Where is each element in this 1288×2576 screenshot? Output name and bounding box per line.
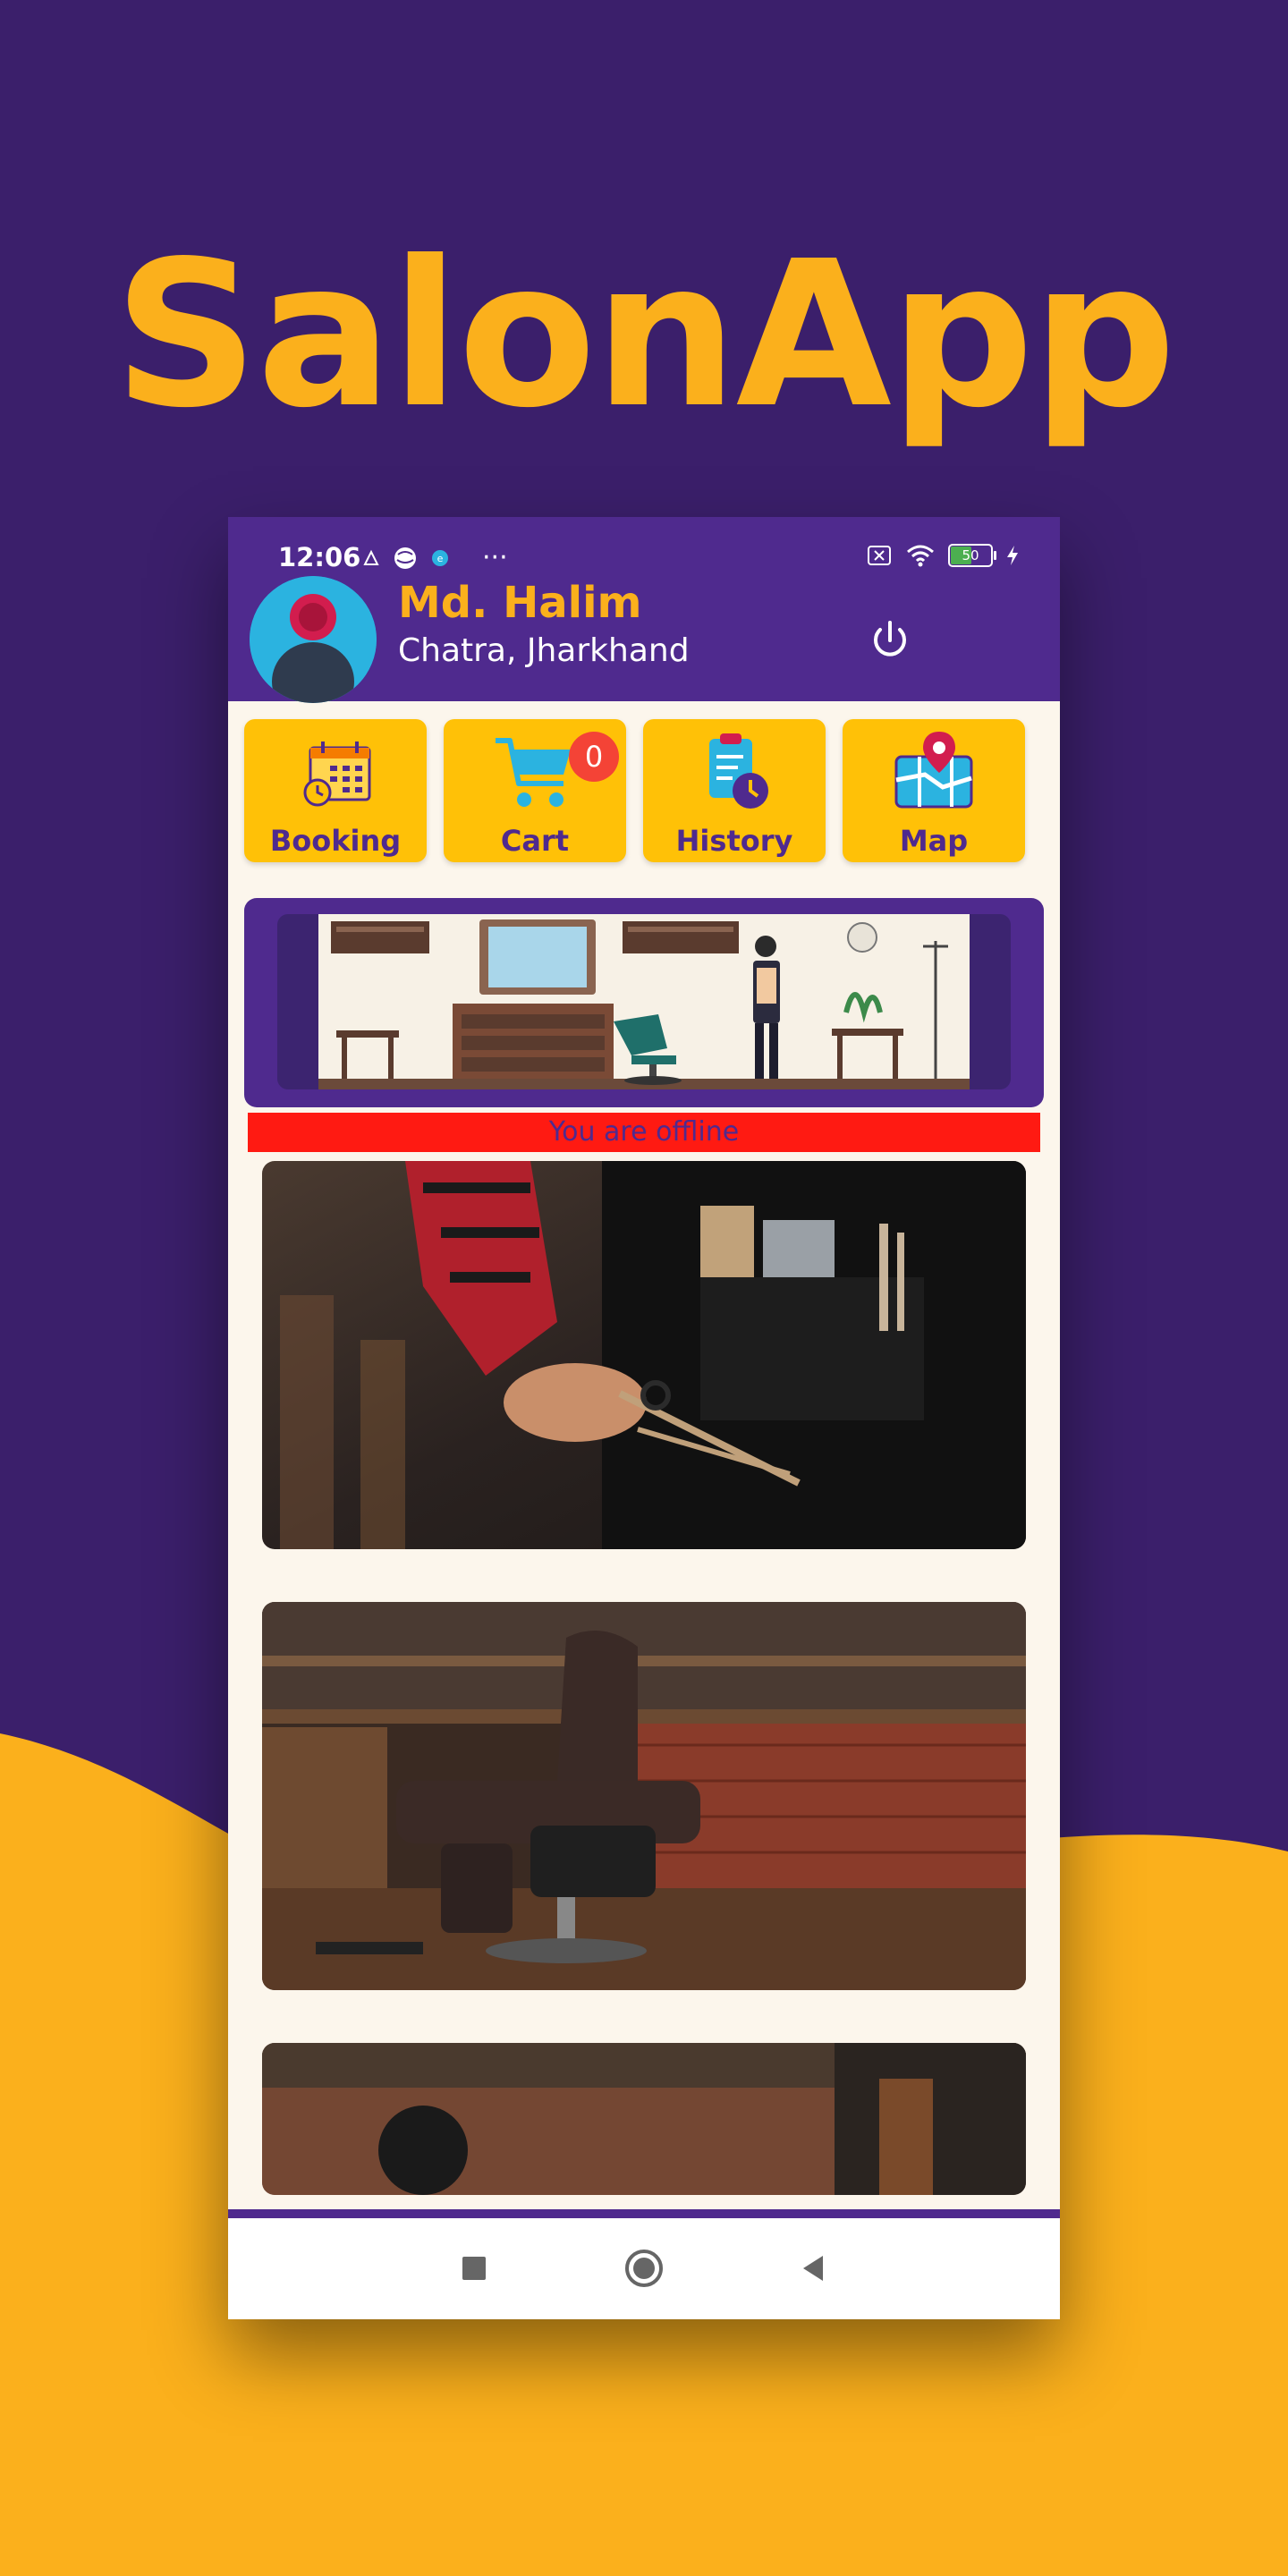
battery-level: 50 xyxy=(962,547,979,564)
offline-status-bar: You are offline xyxy=(248,1113,1040,1152)
no-sim-icon xyxy=(868,546,891,565)
user-name: Md. Halim xyxy=(398,578,642,628)
status-bar: 12:06 e ··· 50 xyxy=(228,535,1060,580)
nav-divider xyxy=(228,2209,1060,2218)
square-icon[interactable] xyxy=(451,2245,497,2292)
more-notifications-icon: ··· xyxy=(482,542,508,573)
notification-app-icon xyxy=(363,549,379,565)
triangle-back-icon[interactable] xyxy=(791,2245,837,2292)
cart-count-badge: 0 xyxy=(569,732,619,782)
user-icon xyxy=(250,576,377,703)
cart-button[interactable]: 0 Cart xyxy=(444,719,626,862)
promo-title: SalonApp xyxy=(113,218,1176,453)
barbershop-illustration xyxy=(318,914,970,1089)
shopping-cart-icon xyxy=(496,738,571,807)
globe-icon xyxy=(394,547,416,569)
map-label: Map xyxy=(899,824,969,858)
clipboard-clock-icon xyxy=(709,733,768,809)
barber-chair-photo xyxy=(262,1602,1026,1990)
phone-screen: 12:06 e ··· 50 Md. Halim Chatra, Jharkha… xyxy=(228,517,1060,2319)
map-pin-icon xyxy=(894,732,973,809)
battery-icon: 50 xyxy=(948,544,996,567)
booking-label: Booking xyxy=(269,824,402,858)
barber-portrait-photo xyxy=(262,2043,1026,2195)
booking-button[interactable]: Booking xyxy=(244,719,427,862)
history-button[interactable]: History xyxy=(643,719,826,862)
system-navigation-bar xyxy=(228,2218,1060,2319)
app-header: 12:06 e ··· 50 Md. Halim Chatra, Jharkha… xyxy=(228,517,1060,703)
avatar[interactable] xyxy=(250,576,377,703)
charging-icon xyxy=(1007,546,1018,565)
wifi-icon xyxy=(907,545,934,567)
svg-text:e: e xyxy=(437,553,444,564)
power-icon[interactable] xyxy=(865,615,915,665)
barber-scissors-photo xyxy=(262,1161,1026,1549)
menu-row: Booking 0 Cart History Map xyxy=(244,719,1044,862)
calendar-clock-icon xyxy=(303,741,371,807)
banner-carousel[interactable] xyxy=(244,898,1044,1107)
history-label: History xyxy=(675,824,793,858)
map-button[interactable]: Map xyxy=(843,719,1025,862)
cart-label: Cart xyxy=(500,824,570,858)
shield-app-icon: e xyxy=(432,550,448,566)
status-time: 12:06 xyxy=(278,542,361,572)
user-location: Chatra, Jharkhand xyxy=(398,632,690,669)
circle-icon[interactable] xyxy=(621,2245,667,2292)
